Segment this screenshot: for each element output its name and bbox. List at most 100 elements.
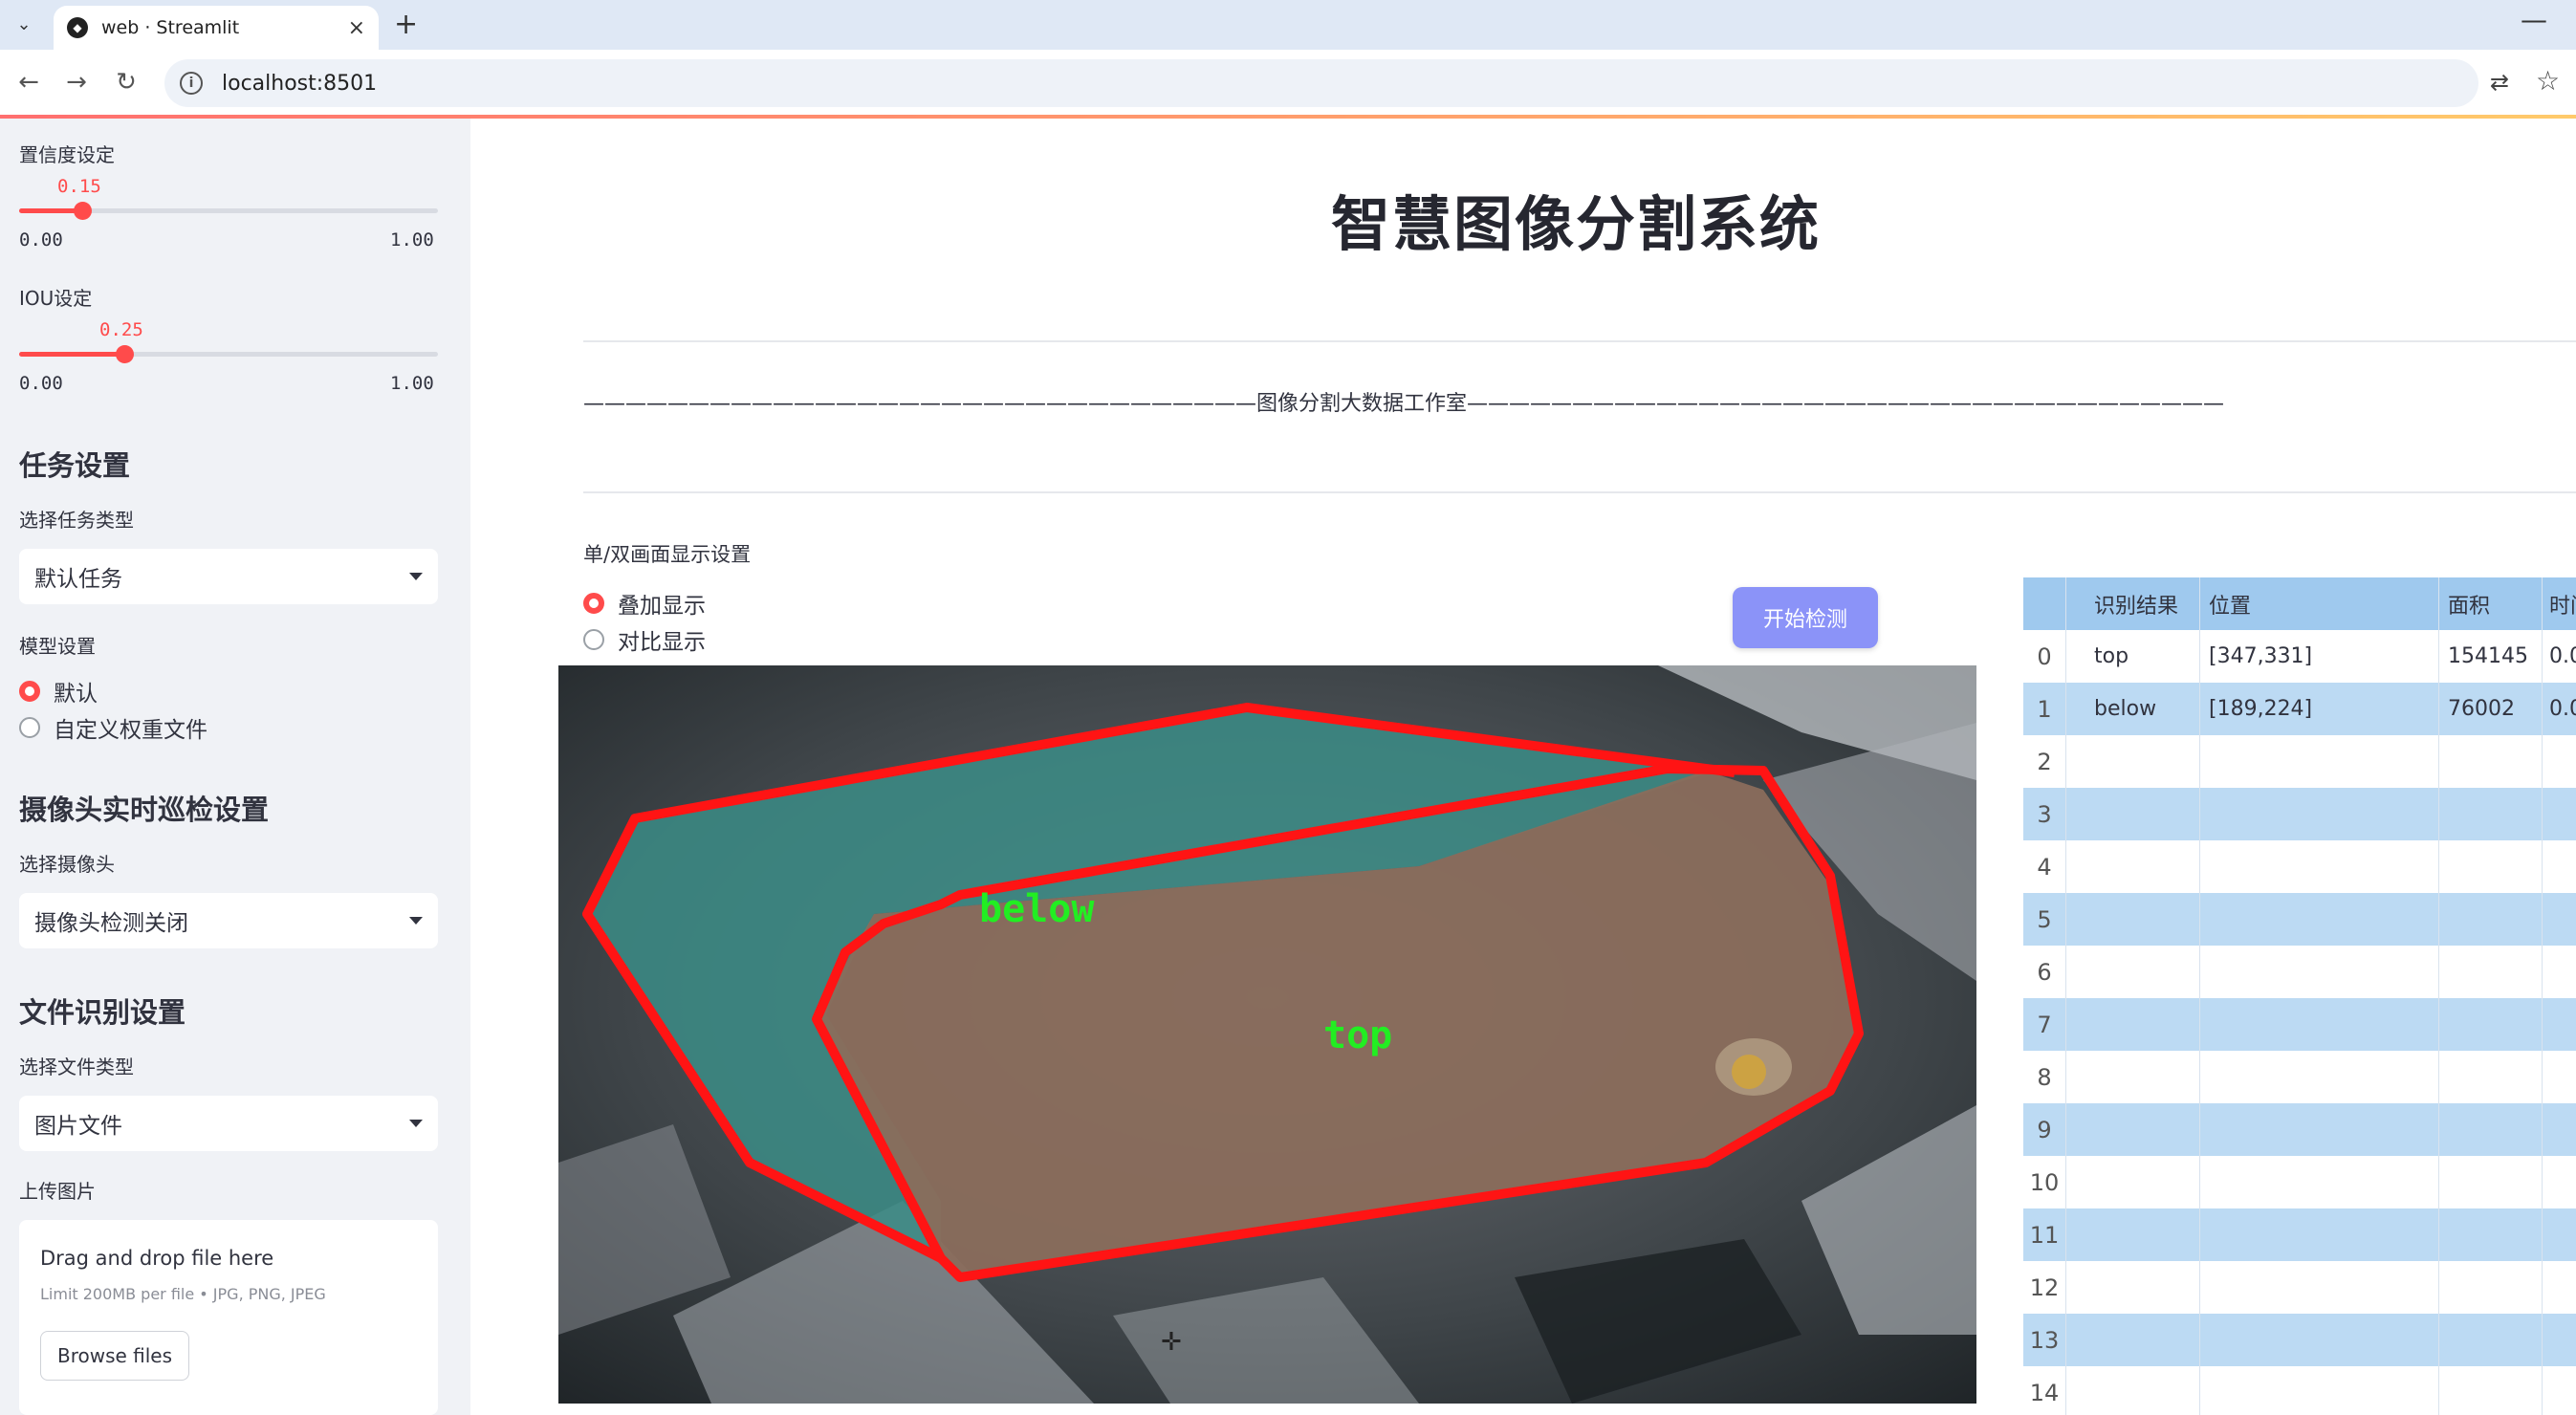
cell-position: [347,331] bbox=[2209, 644, 2313, 668]
display-option-compare[interactable]: 对比显示 bbox=[583, 623, 706, 656]
cell-position bbox=[2199, 1051, 2438, 1103]
new-tab-icon[interactable]: + bbox=[394, 8, 418, 41]
cell-result bbox=[2065, 735, 2199, 788]
table-row[interactable]: 12 bbox=[2023, 1261, 2576, 1314]
row-index: 6 bbox=[2037, 958, 2052, 986]
translate-icon[interactable]: ⇄ bbox=[2490, 69, 2509, 96]
confidence-min: 0.00 bbox=[19, 229, 63, 250]
table-row[interactable]: 6 bbox=[2023, 946, 2576, 998]
cell-position bbox=[2199, 1261, 2438, 1314]
tab-list-dropdown-icon[interactable]: ⌄ bbox=[8, 8, 40, 40]
address-bar-row: ← → ↻ i localhost:8501 ⇄ ☆ bbox=[0, 50, 2576, 117]
confidence-slider-thumb[interactable] bbox=[73, 202, 92, 220]
table-row[interactable]: 11 bbox=[2023, 1208, 2576, 1261]
table-row[interactable]: 7 bbox=[2023, 998, 2576, 1051]
task-type-select[interactable]: 默认任务 bbox=[19, 549, 438, 604]
cell-area: 154145 bbox=[2448, 644, 2528, 668]
confidence-slider[interactable] bbox=[19, 202, 438, 220]
confidence-max: 1.00 bbox=[390, 229, 434, 250]
col-header-position[interactable]: 位置 bbox=[2199, 577, 2438, 630]
iou-slider-thumb[interactable] bbox=[115, 345, 134, 363]
display-option-overlay[interactable]: 叠加显示 bbox=[583, 587, 706, 620]
cell-position bbox=[2199, 1208, 2438, 1261]
row-index: 8 bbox=[2037, 1063, 2052, 1091]
cell-position bbox=[2199, 840, 2438, 893]
column-divider bbox=[2065, 577, 2066, 1415]
model-option-default[interactable]: 默认 bbox=[19, 675, 98, 708]
forward-icon[interactable]: → bbox=[57, 63, 96, 101]
cell-time bbox=[2542, 1051, 2576, 1103]
browse-files-button[interactable]: Browse files bbox=[40, 1331, 189, 1381]
table-row[interactable]: 10 bbox=[2023, 1156, 2576, 1208]
cell-area bbox=[2438, 788, 2542, 840]
cell-result: top bbox=[2094, 644, 2129, 668]
close-tab-icon[interactable]: × bbox=[348, 16, 365, 40]
index-header bbox=[2023, 577, 2065, 630]
cell-position bbox=[2199, 788, 2438, 840]
table-row[interactable]: 9 bbox=[2023, 1103, 2576, 1156]
col-header-result[interactable]: 识别结果 bbox=[2065, 577, 2199, 630]
model-option-custom[interactable]: 自定义权重文件 bbox=[19, 711, 207, 744]
table-row[interactable]: 5 bbox=[2023, 893, 2576, 946]
cell-result bbox=[2065, 1051, 2199, 1103]
table-row[interactable]: 14 bbox=[2023, 1366, 2576, 1415]
table-row[interactable]: 8 bbox=[2023, 1051, 2576, 1103]
confidence-label: 置信度设定 bbox=[19, 143, 115, 166]
table-row[interactable]: 0 top [347,331] 154145 0.05 bbox=[2023, 630, 2576, 683]
radio-selected-icon bbox=[583, 593, 604, 614]
bookmark-star-icon[interactable]: ☆ bbox=[2536, 65, 2560, 97]
table-row[interactable]: 1 below [189,224] 76002 0.01 bbox=[2023, 683, 2576, 735]
results-table[interactable]: 识别结果 位置 面积 时间 0 top [347,331] 154145 0.05 1 be… bbox=[2023, 577, 2576, 1415]
confidence-value: 0.15 bbox=[57, 176, 101, 197]
row-index: 4 bbox=[2037, 853, 2052, 881]
task-type-label: 选择任务类型 bbox=[19, 509, 134, 532]
cell-position bbox=[2199, 1103, 2438, 1156]
cell-result bbox=[2065, 1103, 2199, 1156]
col-header-time[interactable]: 时间 bbox=[2542, 577, 2576, 630]
cell-time bbox=[2542, 788, 2576, 840]
table-row[interactable]: 3 bbox=[2023, 788, 2576, 840]
model-settings-label: 模型设置 bbox=[19, 635, 96, 658]
minimize-window-icon[interactable]: — bbox=[2521, 4, 2547, 35]
file-type-select[interactable]: 图片文件 bbox=[19, 1096, 438, 1151]
file-dropzone[interactable]: Drag and drop file here Limit 200MB per … bbox=[19, 1220, 438, 1415]
table-row[interactable]: 2 bbox=[2023, 735, 2576, 788]
chevron-down-icon bbox=[409, 573, 423, 580]
tab-title: web · Streamlit bbox=[101, 17, 240, 38]
cell-position bbox=[2199, 1314, 2438, 1366]
table-row[interactable]: 4 bbox=[2023, 840, 2576, 893]
cell-time: 0.01 bbox=[2549, 697, 2576, 721]
cell-result bbox=[2065, 1314, 2199, 1366]
back-icon[interactable]: ← bbox=[10, 63, 48, 101]
sidebar: 置信度设定 0.15 0.00 1.00 IOU设定 0.25 0.00 1.0… bbox=[0, 119, 470, 1415]
cell-area bbox=[2438, 735, 2542, 788]
streamlit-logo-icon: ◆ bbox=[67, 17, 88, 38]
cell-time bbox=[2542, 1314, 2576, 1366]
confidence-slider-fill bbox=[19, 208, 82, 213]
row-index: 13 bbox=[2029, 1326, 2060, 1354]
start-detection-button[interactable]: 开始检测 bbox=[1733, 587, 1878, 648]
iou-slider-fill bbox=[19, 352, 124, 357]
iou-slider[interactable] bbox=[19, 345, 438, 363]
cell-time bbox=[2542, 1366, 2576, 1415]
task-type-value: 默认任务 bbox=[34, 567, 122, 592]
cell-time bbox=[2542, 946, 2576, 998]
reload-icon[interactable]: ↻ bbox=[107, 63, 145, 101]
cell-time bbox=[2542, 1208, 2576, 1261]
cell-area bbox=[2438, 1103, 2542, 1156]
column-divider bbox=[2199, 577, 2200, 1415]
chevron-down-icon bbox=[409, 1120, 423, 1127]
row-index: 10 bbox=[2029, 1168, 2060, 1196]
cell-time bbox=[2542, 840, 2576, 893]
divider-top bbox=[583, 340, 2576, 342]
site-info-icon[interactable]: i bbox=[180, 72, 203, 95]
url-field[interactable]: i localhost:8501 bbox=[164, 59, 2478, 107]
cell-position bbox=[2199, 946, 2438, 998]
table-row[interactable]: 13 bbox=[2023, 1314, 2576, 1366]
cell-time bbox=[2542, 1261, 2576, 1314]
camera-select[interactable]: 摄像头检测关闭 bbox=[19, 893, 438, 948]
file-settings-heading: 文件识别设置 bbox=[19, 996, 186, 1029]
col-header-area[interactable]: 面积 bbox=[2438, 577, 2542, 630]
table-header-row: 识别结果 位置 面积 时间 bbox=[2023, 577, 2576, 630]
browser-tab[interactable]: ◆ web · Streamlit × bbox=[54, 6, 379, 50]
